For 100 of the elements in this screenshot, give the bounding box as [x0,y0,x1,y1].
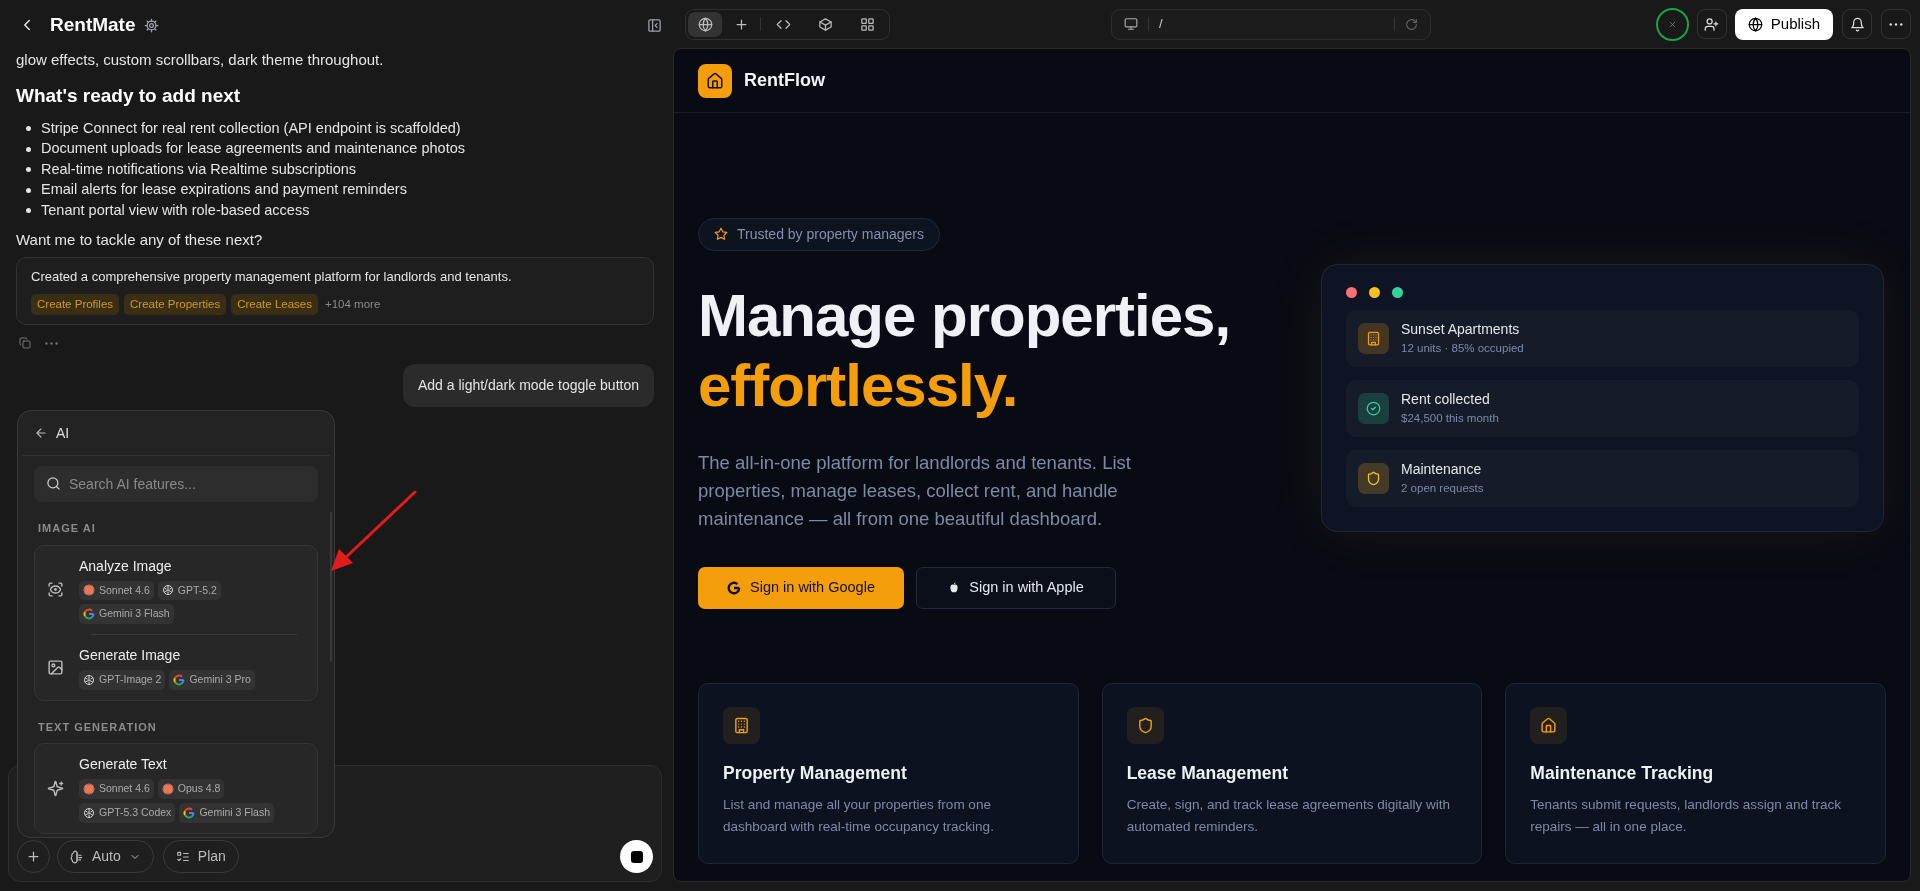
user-message: Add a light/dark mode toggle button [402,364,654,408]
close-icon [1667,19,1677,29]
bullet-text: Email alerts for lease expirations and payment reminders [41,180,407,200]
feature-title: Property Management [723,762,908,785]
model-tag: GPT-5.3 Codex [79,803,176,823]
shield-icon [1136,717,1154,734]
grid-icon [859,16,875,32]
url-path: / [1159,15,1164,34]
list-icon [175,849,190,864]
stat-subtitle: 2 open requests [1401,481,1484,497]
menu-title: AI [56,423,70,443]
search-field[interactable]: Search AI features... [34,466,318,502]
sidebar-toggle-icon[interactable] [647,17,662,33]
feature-description: Create, sign, and track lease agreements digitally with automated reminders. [1126,796,1452,837]
plus-icon [733,16,749,32]
plus-icon [26,849,41,864]
google-logo-icon [183,806,196,819]
bullet-text: Tenant portal view with role-based access [41,200,310,220]
model-tag: Gemini 3 Pro [169,670,255,690]
search-icon [46,476,61,491]
globe-icon [1747,16,1763,32]
image-icon [47,658,64,676]
building-icon [1366,331,1381,346]
notifications-button[interactable] [1842,9,1872,39]
hero-description: The all-in-one platform for landlords and tenants. List properties, manage leases, collect rent, and handle maintenance — all from one beautiful dashboard. [698,450,1132,531]
ai-feature-item[interactable]: Generate Image GPT-Image 2 Gemini 3 Pro [47,635,305,700]
google-logo-icon [83,608,95,621]
section-label: TEXT GENERATION [38,719,158,735]
monitor-icon[interactable] [1124,17,1138,31]
model-tag: GPT-Image 2 [79,670,166,690]
google-sign-in-button[interactable]: Sign in with Google [698,566,904,609]
model-tag: Opus 4.8 [157,779,225,799]
more-icon [1889,22,1903,26]
stop-button[interactable] [620,840,653,873]
globe-icon [697,16,713,32]
more-button[interactable] [1881,9,1911,39]
refresh-icon[interactable] [1405,17,1418,31]
cube-icon [817,16,833,32]
more-count[interactable]: +104 more [325,296,381,314]
url-bar[interactable]: / [1111,8,1431,40]
action-tag[interactable]: Create Leases [231,294,318,316]
stat-title: Sunset Apartments [1401,320,1521,340]
feature-title: Lease Management [1126,762,1290,785]
chat-heading: What's ready to add next [16,84,242,108]
feature-title: Generate Text [79,755,168,775]
feature-title: Analyze Image [79,556,173,576]
asterisk-logo-icon [83,783,95,796]
publish-button[interactable]: Publish [1734,8,1833,40]
model-tag: GPT-5.2 [157,580,221,601]
more-icon[interactable] [45,341,58,345]
copy-icon[interactable] [19,337,31,350]
action-tag[interactable]: Create Properties [124,294,227,316]
feature-title: Maintenance Tracking [1530,762,1715,785]
bell-icon [1849,16,1865,32]
stat-subtitle: $24,500 this month [1401,411,1499,427]
feature-title: Generate Image [79,646,182,665]
bullet-icon [26,167,31,173]
check-circle-icon [1366,401,1381,416]
preview-tab[interactable] [688,11,722,37]
action-tag[interactable]: Create Profiles [31,294,120,316]
bullet-text: Stripe Connect for real rent collection (API endpoint is scaffolded) [41,118,461,138]
status-button[interactable] [1655,7,1689,41]
shield-icon [1366,471,1381,486]
google-logo-icon [727,580,742,595]
bullet-text: Real-time notifications via Realtime subscriptions [41,159,357,179]
project-title: RentMate [50,12,136,37]
summary-text: Created a comprehensive property management platform for landlords and tenants. [31,267,513,286]
house-icon [706,71,724,90]
stat-subtitle: 12 units · 85% occupied [1401,341,1524,357]
ai-feature-item[interactable]: Analyze Image Sonnet 4.6 GPT-5.2 Gemini 3 Flash [47,545,305,634]
model-tag: Sonnet 4.6 [79,580,154,601]
model-tag: Gemini 3 Flash [79,604,174,624]
ai-feature-item[interactable]: Generate Text Sonnet 4.6 Opus 4.8 GPT-5.3 Codex Gemini 3 Flash [47,744,305,833]
badge-text: Trusted by property managers [737,224,924,244]
headline-accent: effortlessly. [698,350,1019,421]
stop-icon [630,850,643,863]
house-icon [1540,717,1558,734]
bullet-icon [26,187,31,193]
chat-question: Want me to tackle any of these next? [16,230,264,250]
bullet-icon [26,208,31,214]
stat-title: Maintenance [1401,460,1483,480]
chat-text: glow effects, custom scrollbars, dark theme throughout. [16,50,385,70]
asterisk-logo-icon [161,783,174,796]
back-arrow-icon[interactable] [34,426,48,440]
building-icon [733,717,750,734]
bullet-icon [26,146,31,152]
headline: Manage properties, [698,280,1231,351]
stat-title: Rent collected [1401,390,1491,410]
user-plus-icon [1704,16,1720,32]
invite-button[interactable] [1696,9,1727,39]
model-tag: Gemini 3 Flash [179,803,274,823]
apple-sign-in-button[interactable]: Sign in with Apple [916,566,1116,609]
brand-name: RentFlow [744,69,825,92]
section-label: IMAGE AI [38,521,97,536]
scan-eye-icon [47,581,64,599]
feature-description: Tenants submit requests, landlords assign and track repairs — all in one place. [1530,796,1842,837]
google-logo-icon [173,673,186,686]
settings-icon[interactable] [143,17,159,33]
sparkles-icon [47,780,64,797]
bullet-text: Document uploads for lease agreements and maintenance photos [41,139,465,159]
